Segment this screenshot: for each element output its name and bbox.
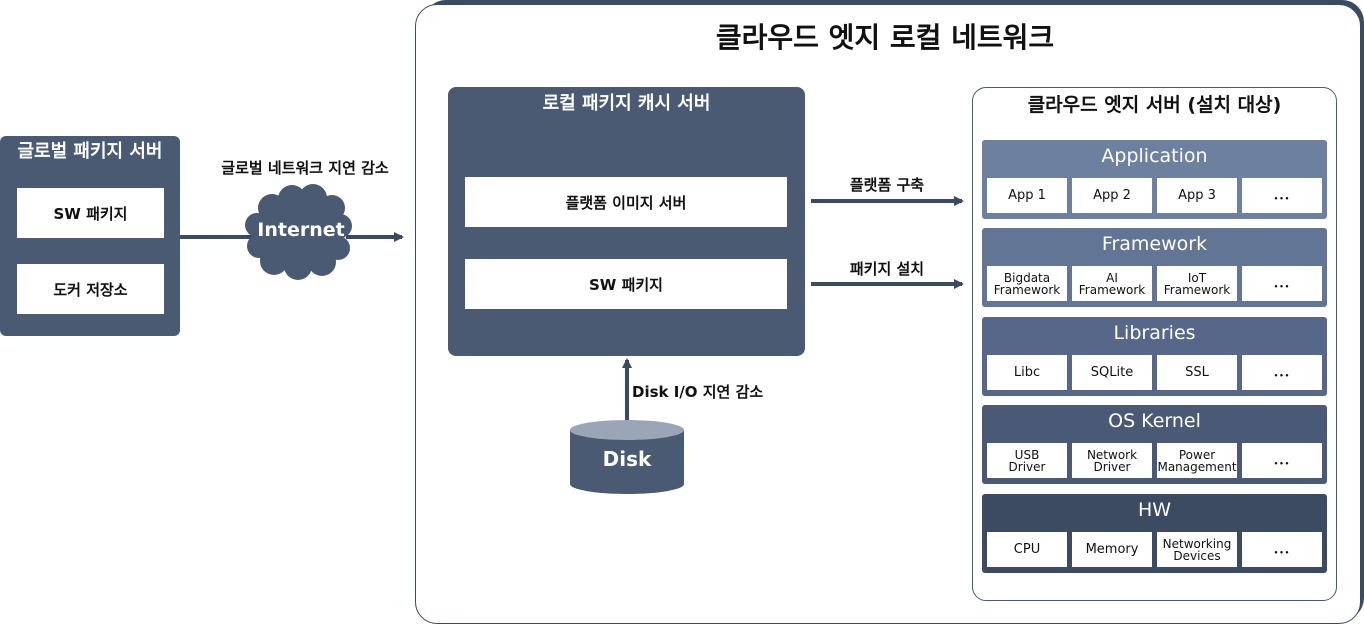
layer-cell-more: ••• — [1242, 178, 1322, 213]
layer-cell: Networking Devices — [1157, 532, 1237, 567]
layer-title: Framework — [1101, 233, 1208, 255]
build-label: 플랫폼 구축 — [849, 176, 925, 194]
layer-os-kernel: OS Kernel USB Driver Network Driver Power M… — [982, 405, 1327, 484]
cache-server-title: 로컬 패키지 캐시 서버 — [542, 93, 711, 114]
layer-cell-more: ••• — [1242, 266, 1322, 301]
layer-cell: Network Driver — [1072, 443, 1152, 478]
layer-title: Application — [1101, 145, 1208, 167]
layer-framework: Framework Bigdata Framework AI Framework I… — [982, 228, 1327, 307]
layer-cell-more: ••• — [1242, 355, 1322, 390]
layer-cell: SQLite — [1072, 355, 1152, 390]
disk-label: Disk — [602, 447, 652, 471]
layer-cell: Power Management — [1157, 443, 1237, 478]
layer-cell: USB Driver — [987, 443, 1067, 478]
layer-cell: Libc — [987, 355, 1067, 390]
layer-cell: App 2 — [1072, 178, 1152, 213]
layer-title: OS Kernel — [1108, 410, 1201, 432]
layer-title: Libraries — [1113, 322, 1196, 344]
cache-sw-package: SW 패키지 — [465, 259, 787, 309]
install-label: 패키지 설치 — [849, 260, 925, 278]
layer-cell: App 1 — [987, 178, 1067, 213]
layer-application: Application App 1 App 2 App 3 ••• — [982, 140, 1327, 219]
layer-cell: IoT Framework — [1157, 266, 1237, 301]
layer-cell: Bigdata Framework — [987, 266, 1067, 301]
layer-cell: AI Framework — [1072, 266, 1152, 301]
layer-libraries: Libraries Libc SQLite SSL ••• — [982, 317, 1327, 396]
disk-io-label: Disk I/O 지연 감소 — [632, 383, 764, 401]
internet-label: Internet — [257, 219, 345, 241]
platform-image-server: 플랫폼 이미지 서버 — [465, 177, 787, 227]
layer-cell: Memory — [1072, 532, 1152, 567]
layer-cell: SSL — [1157, 355, 1237, 390]
edge-server-title: 클라우드 엣지 서버 (설치 대상) — [1027, 94, 1282, 116]
layer-cell: CPU — [987, 532, 1067, 567]
layer-cell-more: ••• — [1242, 532, 1322, 567]
layer-title: HW — [1137, 499, 1172, 521]
layer-hw: HW CPU Memory Networking Devices ••• — [982, 494, 1327, 573]
layer-cell-more: ••• — [1242, 443, 1322, 478]
layer-cell: App 3 — [1157, 178, 1237, 213]
